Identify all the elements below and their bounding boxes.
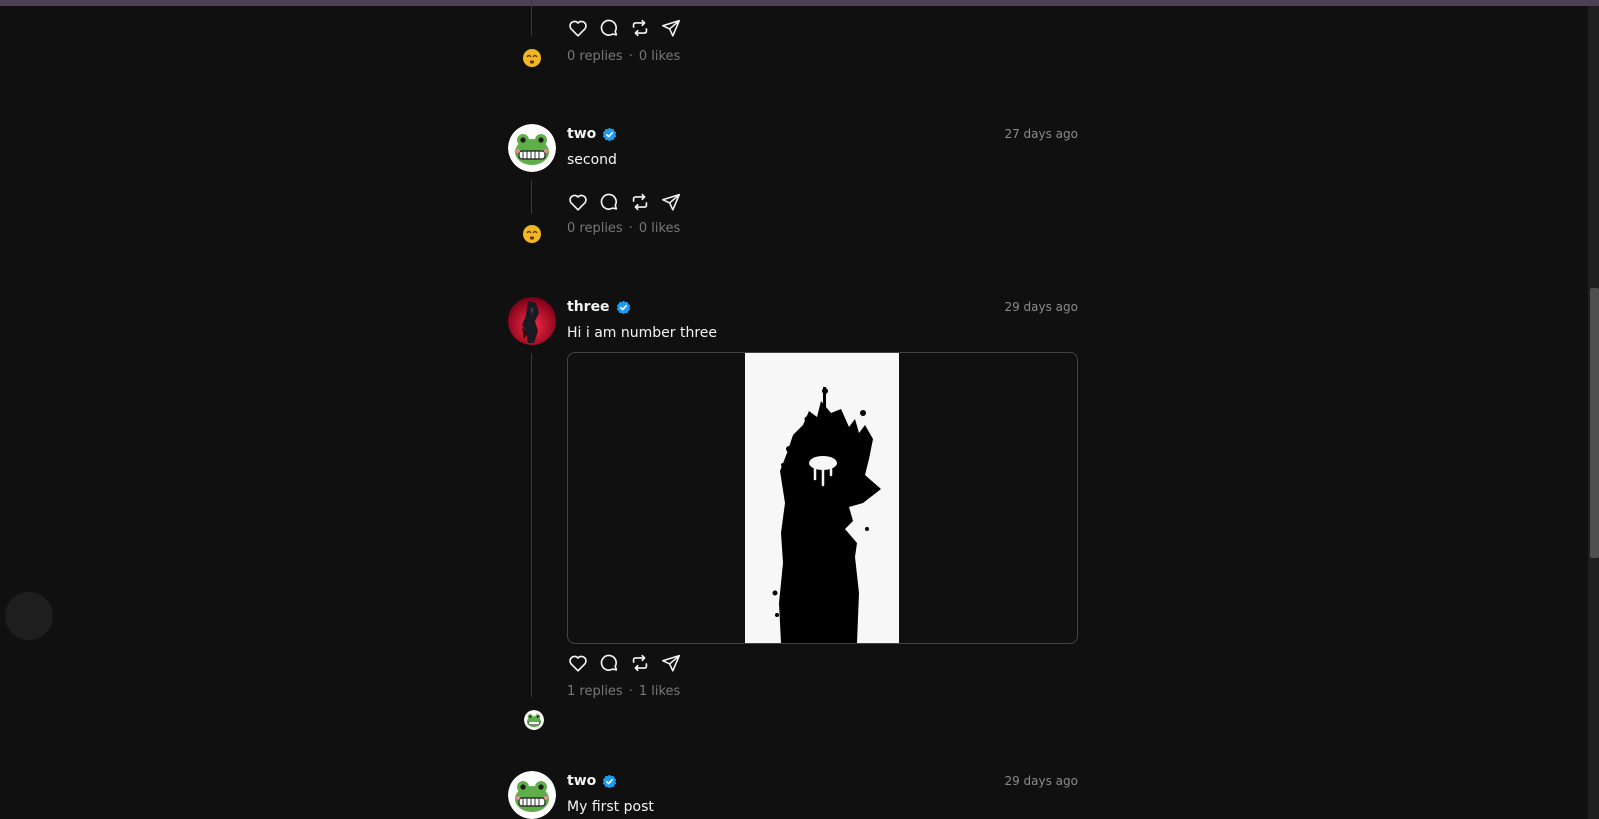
post: three 29 days ago Hi i am number three 1… <box>508 297 1078 737</box>
reply-avatar[interactable] <box>522 48 542 68</box>
post-stats: 0 replies · 0 likes <box>567 49 680 64</box>
avatar[interactable] <box>508 124 556 172</box>
send-icon[interactable] <box>660 17 682 39</box>
avatar[interactable] <box>508 771 556 819</box>
post-image[interactable] <box>567 352 1078 644</box>
comment-icon[interactable] <box>598 191 620 213</box>
post-header: three <box>567 297 1078 317</box>
post-text: second <box>567 152 617 168</box>
floating-action-button[interactable] <box>5 592 53 640</box>
reply-avatar[interactable] <box>524 710 544 730</box>
like-count[interactable]: 0 likes <box>639 49 680 64</box>
verified-badge-icon <box>616 300 631 315</box>
post-actions <box>567 191 682 213</box>
image-content <box>745 353 899 643</box>
post: two 27 days ago second 0 replies · 0 likes <box>508 124 1078 254</box>
verified-badge-icon <box>602 774 617 789</box>
username[interactable]: two <box>567 126 596 142</box>
post: two 29 days ago My first post <box>508 771 1078 819</box>
send-icon[interactable] <box>660 652 682 674</box>
heart-icon[interactable] <box>567 191 589 213</box>
post-text: My first post <box>567 799 654 815</box>
post-actions <box>567 652 682 674</box>
post-timestamp: 29 days ago <box>1004 300 1078 314</box>
post-content: two 29 days ago My first post <box>567 771 1078 815</box>
send-icon[interactable] <box>660 191 682 213</box>
reply-avatar[interactable] <box>522 224 542 244</box>
post-timestamp: 27 days ago <box>1004 127 1078 141</box>
stat-separator: · <box>628 49 633 64</box>
post-content: two 27 days ago second 0 replies · 0 likes <box>567 124 1078 236</box>
repost-icon[interactable] <box>629 17 651 39</box>
heart-icon[interactable] <box>567 652 589 674</box>
username[interactable]: three <box>567 299 610 315</box>
post-timestamp: 29 days ago <box>1004 774 1078 788</box>
reply-count[interactable]: 1 replies <box>567 684 623 699</box>
post-header: two <box>567 771 1078 791</box>
stat-separator: · <box>628 684 633 699</box>
comment-icon[interactable] <box>598 652 620 674</box>
thread-line <box>531 180 532 214</box>
heart-icon[interactable] <box>567 17 589 39</box>
like-count[interactable]: 1 likes <box>639 684 680 699</box>
post-stats: 0 replies · 0 likes <box>567 221 680 236</box>
post-stats: 1 replies · 1 likes <box>567 684 680 699</box>
stat-separator: · <box>628 221 633 236</box>
thread-line <box>531 0 532 36</box>
avatar[interactable] <box>508 297 556 345</box>
post-content: three 29 days ago Hi i am number three 1… <box>567 297 1078 699</box>
thread-line <box>531 353 532 697</box>
reply-count[interactable]: 0 replies <box>567 221 623 236</box>
repost-icon[interactable] <box>629 191 651 213</box>
scrollbar-thumb[interactable] <box>1590 288 1599 558</box>
post-text: Hi i am number three <box>567 325 718 341</box>
post-header: two <box>567 124 1078 144</box>
username[interactable]: two <box>567 773 596 789</box>
like-count[interactable]: 0 likes <box>639 221 680 236</box>
post-actions <box>567 17 682 39</box>
repost-icon[interactable] <box>629 652 651 674</box>
post: 0 replies · 0 likes <box>508 0 1078 75</box>
verified-badge-icon <box>602 127 617 142</box>
reply-count[interactable]: 0 replies <box>567 49 623 64</box>
comment-icon[interactable] <box>598 17 620 39</box>
